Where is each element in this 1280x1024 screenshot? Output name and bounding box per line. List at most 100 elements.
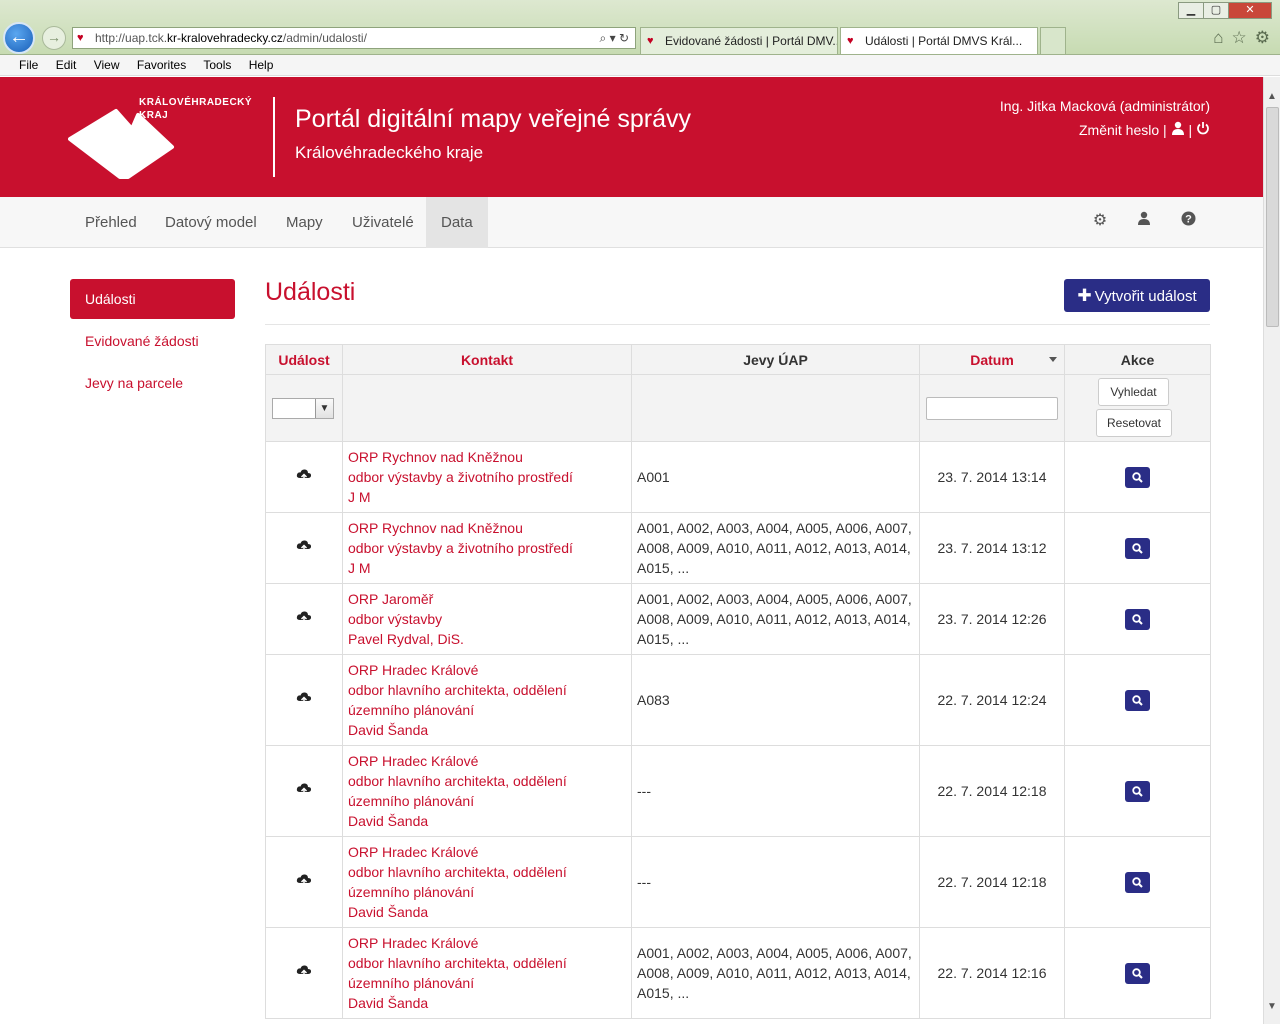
scroll-thumb[interactable] bbox=[1266, 107, 1279, 327]
maximize-icon[interactable]: ▢ bbox=[1203, 2, 1229, 19]
browser-tab-active[interactable]: ♥ Události | Portál DMVS Král... bbox=[840, 27, 1038, 54]
header-contact[interactable]: Kontakt bbox=[342, 344, 632, 375]
scroll-up-icon[interactable]: ▲ bbox=[1267, 91, 1277, 102]
user-links: Změnit heslo | | bbox=[1079, 121, 1210, 138]
contact-line[interactable]: ORP Hradec Králové bbox=[348, 751, 626, 771]
search-button[interactable]: Vyhledat bbox=[1098, 378, 1169, 406]
contact-line[interactable]: Pavel Rydval, DiS. bbox=[348, 629, 626, 649]
actions-cell bbox=[1064, 927, 1211, 1019]
scroll-down-icon[interactable]: ▼ bbox=[1267, 1001, 1277, 1012]
home-icon[interactable]: ⌂ bbox=[1213, 28, 1223, 47]
cloud-upload-icon bbox=[296, 690, 312, 704]
actions-cell bbox=[1064, 583, 1211, 655]
menu-help[interactable]: Help bbox=[249, 58, 274, 72]
contact-line[interactable]: David Šanda bbox=[348, 720, 626, 740]
sidebar-item-events[interactable]: Události bbox=[70, 279, 235, 319]
view-detail-button[interactable] bbox=[1125, 871, 1150, 893]
contact-line[interactable]: ORP Rychnov nad Kněžnou bbox=[348, 518, 626, 538]
create-event-label: Vytvořit událost bbox=[1094, 288, 1197, 305]
contact-line[interactable]: ORP Hradec Králové bbox=[348, 842, 626, 862]
contact-line[interactable]: odbor hlavního architekta, oddělení územ… bbox=[348, 862, 626, 902]
menu-tools[interactable]: Tools bbox=[203, 58, 231, 72]
region-logo-icon[interactable] bbox=[68, 107, 176, 179]
back-arrow-icon[interactable]: ← bbox=[3, 22, 35, 54]
event-type-cell bbox=[265, 927, 343, 1019]
contact-line[interactable]: ORP Rychnov nad Kněžnou bbox=[348, 447, 626, 467]
view-detail-button[interactable] bbox=[1125, 962, 1150, 984]
header-event[interactable]: Událost bbox=[265, 344, 343, 375]
change-password-link[interactable]: Změnit heslo bbox=[1079, 122, 1159, 138]
sidebar-item-requests[interactable]: Evidované žádosti bbox=[70, 321, 235, 361]
gear-icon[interactable]: ⚙ bbox=[1255, 28, 1270, 47]
close-icon[interactable]: ✕ bbox=[1228, 2, 1272, 19]
cloud-upload-icon bbox=[296, 872, 312, 886]
address-search-icon[interactable]: ⌕ ▾ ↻ bbox=[600, 28, 629, 48]
view-detail-button[interactable] bbox=[1125, 608, 1150, 630]
reset-button[interactable]: Resetovat bbox=[1096, 409, 1172, 437]
nav-users[interactable]: Uživatelé bbox=[337, 197, 429, 248]
forward-arrow-icon[interactable]: → bbox=[42, 26, 66, 50]
menu-favorites[interactable]: Favorites bbox=[137, 58, 186, 72]
contact-line[interactable]: odbor výstavby a životního prostředí bbox=[348, 467, 626, 487]
contact-line[interactable]: J M bbox=[348, 558, 626, 578]
contact-line[interactable]: ORP Jaroměř bbox=[348, 589, 626, 609]
view-detail-button[interactable] bbox=[1125, 537, 1150, 559]
contact-line[interactable]: odbor výstavby a životního prostředí bbox=[348, 538, 626, 558]
date-cell: 23. 7. 2014 13:14 bbox=[919, 441, 1065, 513]
minimize-icon[interactable]: ▁ bbox=[1178, 2, 1204, 19]
phenomena-cell: A001, A002, A003, A004, A005, A006, A007… bbox=[631, 512, 920, 584]
help-icon[interactable]: ? bbox=[1178, 211, 1198, 231]
view-detail-button[interactable] bbox=[1125, 466, 1150, 488]
contact-line[interactable]: David Šanda bbox=[348, 811, 626, 831]
view-detail-button[interactable] bbox=[1125, 780, 1150, 802]
page-scrollbar[interactable]: ▲ ▼ bbox=[1263, 77, 1280, 1024]
browser-tab[interactable]: ♥ Evidované žádosti | Portál DMV... bbox=[640, 27, 838, 54]
nav-data-model[interactable]: Datový model bbox=[150, 197, 272, 248]
menu-edit[interactable]: Edit bbox=[56, 58, 77, 72]
page-title: Události bbox=[265, 278, 356, 306]
contact-line[interactable]: J M bbox=[348, 487, 626, 507]
address-bar[interactable]: ♥ http://uap.tck.kr-kralovehradecky.cz/a… bbox=[72, 27, 636, 49]
contact-line[interactable]: David Šanda bbox=[348, 993, 626, 1013]
user-icon[interactable] bbox=[1134, 211, 1154, 231]
address-prefix: http://uap.tck. bbox=[95, 31, 168, 45]
star-icon[interactable]: ☆ bbox=[1232, 28, 1247, 47]
user-icon[interactable] bbox=[1171, 121, 1189, 138]
contact-line[interactable]: ORP Hradec Králové bbox=[348, 660, 626, 680]
filter-phenomena-cell bbox=[631, 374, 920, 442]
menu-file[interactable]: File bbox=[19, 58, 38, 72]
magnifier-icon bbox=[1132, 471, 1143, 483]
contact-line[interactable]: odbor výstavby bbox=[348, 609, 626, 629]
table-row: ORP Hradec Králové odbor hlavního archite… bbox=[265, 836, 1211, 928]
menu-view[interactable]: View bbox=[94, 58, 120, 72]
tab-favicon: ♥ bbox=[847, 35, 854, 47]
nav-maps[interactable]: Mapy bbox=[271, 197, 338, 248]
gear-icon[interactable]: ⚙ bbox=[1090, 211, 1110, 231]
power-icon[interactable] bbox=[1196, 122, 1210, 138]
new-tab-button[interactable] bbox=[1040, 27, 1066, 54]
view-detail-button[interactable] bbox=[1125, 689, 1150, 711]
sidebar-item-parcel-phenomena[interactable]: Jevy na parcele bbox=[70, 363, 235, 403]
create-event-button[interactable]: ✚ Vytvořit událost bbox=[1064, 279, 1210, 312]
phenomena-cell: --- bbox=[631, 836, 920, 928]
date-filter-input[interactable] bbox=[926, 397, 1058, 420]
site-favicon: ♥ bbox=[77, 32, 84, 44]
contact-cell: ORP Rychnov nad Kněžnou odbor výstavby a … bbox=[342, 512, 632, 584]
contact-cell: ORP Hradec Králové odbor hlavního archite… bbox=[342, 745, 632, 837]
header-date[interactable]: Datum bbox=[919, 344, 1065, 375]
contact-line[interactable]: odbor hlavního architekta, oddělení územ… bbox=[348, 680, 626, 720]
contact-line[interactable]: odbor hlavního architekta, oddělení územ… bbox=[348, 771, 626, 811]
phenomena-cell: A001 bbox=[631, 441, 920, 513]
actions-cell bbox=[1064, 512, 1211, 584]
nav-overview[interactable]: Přehled bbox=[70, 197, 152, 248]
contact-line[interactable]: odbor hlavního architekta, oddělení územ… bbox=[348, 953, 626, 993]
nav-data[interactable]: Data bbox=[426, 197, 488, 248]
contact-line[interactable]: ORP Hradec Králové bbox=[348, 933, 626, 953]
contact-line[interactable]: David Šanda bbox=[348, 902, 626, 922]
site-title[interactable]: Portál digitální mapy veřejné správy bbox=[295, 105, 691, 134]
date-cell: 23. 7. 2014 13:12 bbox=[919, 512, 1065, 584]
filter-date-cell bbox=[919, 374, 1065, 442]
event-type-select[interactable]: ▼ bbox=[272, 398, 334, 419]
address-path: /admin/udalosti/ bbox=[282, 31, 367, 45]
phenomena-cell: A001, A002, A003, A004, A005, A006, A007… bbox=[631, 583, 920, 655]
